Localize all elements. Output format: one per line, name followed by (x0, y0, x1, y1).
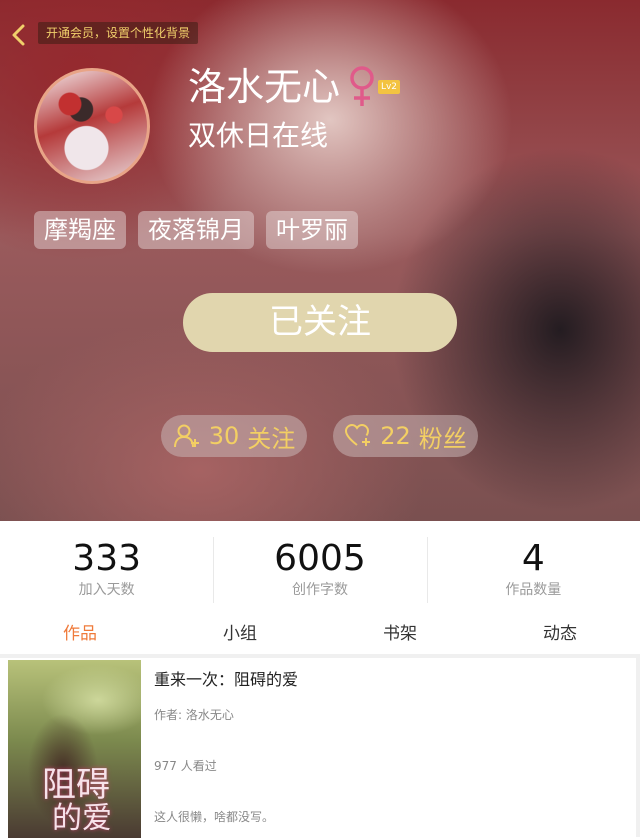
heart-plus-icon (345, 423, 371, 446)
book-author: 作者: 洛水无心 (154, 708, 234, 722)
stats-bar: 333 加入天数 6005 创作字数 4 作品数量 (0, 521, 640, 621)
username: 洛水无心 (188, 65, 341, 109)
book-title[interactable]: 重来一次：阻碍的爱 (154, 669, 298, 691)
works-list: 阻碍 的爱 重来一次：阻碍的爱 作者: 洛水无心 977 人看过 这人很懒，啥都… (0, 654, 640, 838)
stat-value: 4 (521, 538, 545, 579)
stat-value: 6005 (274, 538, 366, 579)
followed-button[interactable]: 已关注 (183, 293, 457, 352)
following-count: 30 (208, 422, 240, 450)
fans-pill[interactable]: 22 粉丝 (333, 415, 478, 457)
stat-label: 创作字数 (291, 582, 348, 598)
profile-header: 开通会员，设置个性化背景 洛水无心 Lv2 双休日在线 摩羯座 夜落锦月 叶罗丽… (0, 0, 640, 521)
tab-bookshelf[interactable]: 书架 (320, 621, 480, 654)
book-views: 977 人看过 (154, 759, 217, 773)
tab-groups[interactable]: 小组 (160, 621, 320, 654)
back-arrow-icon[interactable] (8, 22, 30, 48)
stat-works-count: 4 作品数量 (426, 521, 640, 621)
female-gender-icon (350, 66, 374, 106)
user-add-icon (173, 424, 199, 448)
tag-list: 摩羯座 夜落锦月 叶罗丽 (34, 211, 358, 249)
tab-bar: 作品 小组 书架 动态 (0, 621, 640, 654)
stat-label: 作品数量 (505, 582, 562, 598)
tab-activity[interactable]: 动态 (480, 621, 640, 654)
fans-label: 粉丝 (418, 424, 467, 453)
tag-item[interactable]: 夜落锦月 (138, 211, 254, 249)
online-status: 双休日在线 (188, 119, 329, 152)
stat-label: 加入天数 (78, 582, 135, 598)
tag-item[interactable]: 摩羯座 (34, 211, 126, 249)
tab-works[interactable]: 作品 (0, 621, 160, 654)
book-cover[interactable]: 阻碍 的爱 (8, 660, 141, 838)
list-item[interactable]: 阻碍 的爱 重来一次：阻碍的爱 作者: 洛水无心 977 人看过 这人很懒，啥都… (0, 658, 636, 838)
following-pill[interactable]: 30 关注 (161, 415, 307, 457)
book-description: 这人很懒，啥都没写。 (154, 810, 275, 824)
stat-join-days: 333 加入天数 (0, 521, 213, 621)
stat-word-count: 6005 创作字数 (213, 521, 426, 621)
member-banner[interactable]: 开通会员，设置个性化背景 (38, 22, 199, 44)
avatar[interactable] (34, 68, 150, 184)
level-badge: Lv2 (378, 80, 400, 94)
fans-count: 22 (380, 422, 411, 450)
tag-item[interactable]: 叶罗丽 (266, 211, 358, 249)
cover-title-line2: 的爱 (52, 801, 112, 836)
stat-value: 333 (72, 538, 142, 579)
following-label: 关注 (247, 424, 296, 453)
cover-title-line1: 阻碍 (42, 765, 110, 805)
